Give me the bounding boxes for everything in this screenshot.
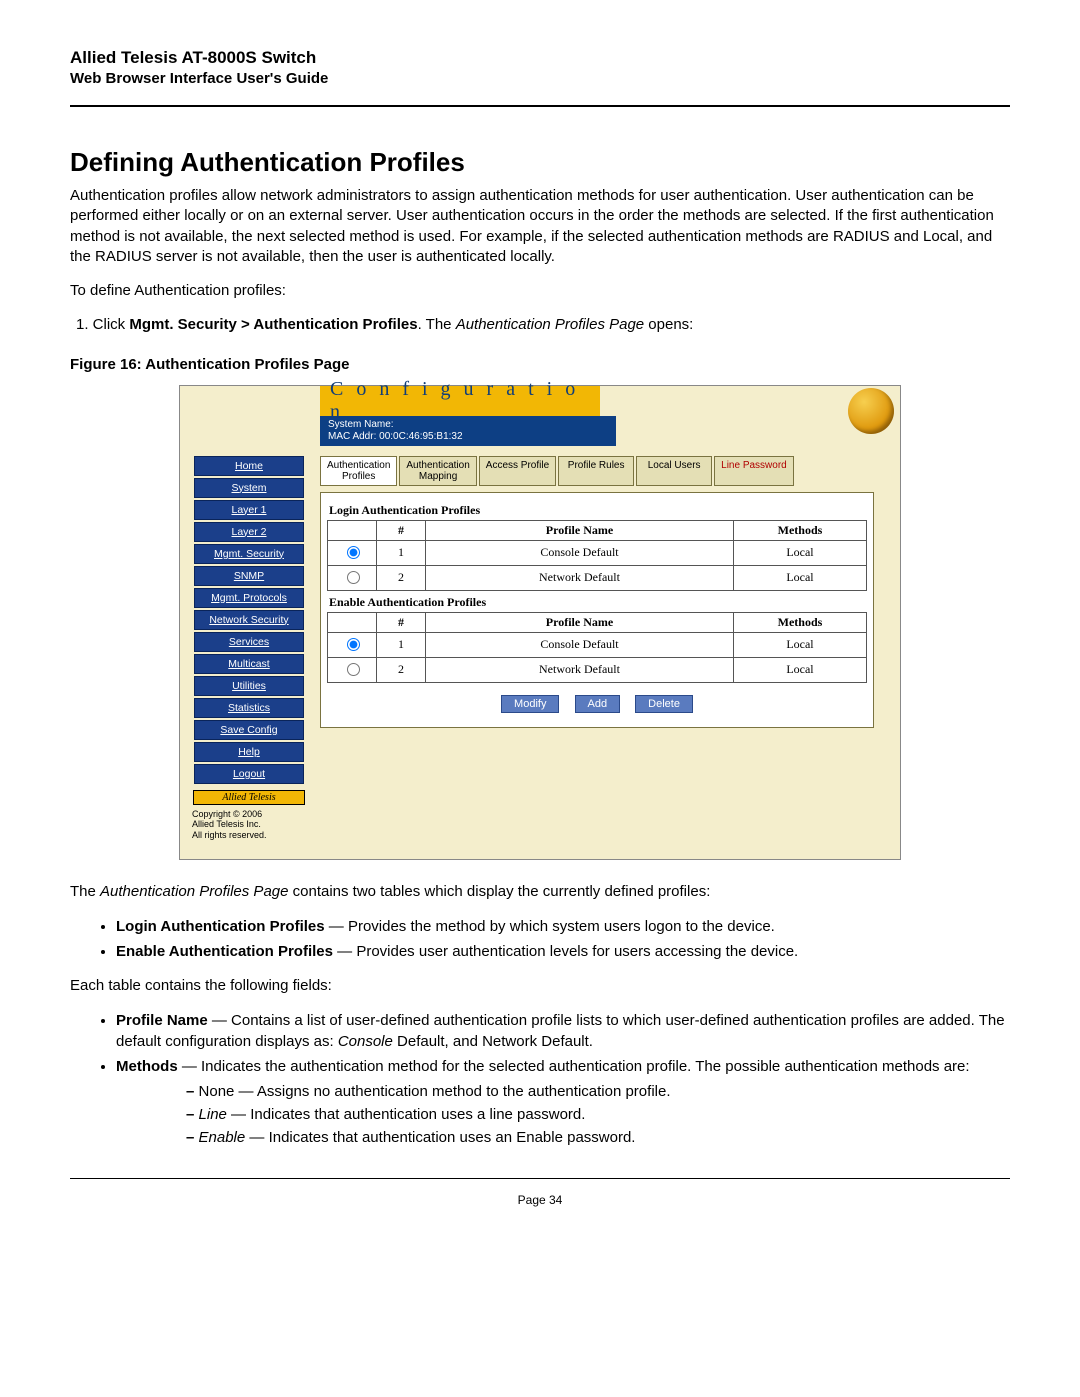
step-1-mid: . The — [418, 316, 456, 333]
row-profile-name: Network Default — [426, 657, 734, 682]
col-profile-name: Profile Name — [426, 612, 734, 632]
delete-button[interactable]: Delete — [635, 695, 693, 713]
tab-4[interactable]: Local Users — [636, 456, 712, 486]
row-profile-name: Console Default — [426, 632, 734, 657]
sidebar-item-help[interactable]: Help — [194, 742, 304, 762]
section-heading: Defining Authentication Profiles — [70, 147, 1010, 178]
table-row: 1Console DefaultLocal — [328, 540, 867, 565]
row-select-radio[interactable] — [347, 663, 360, 676]
table-row: 1Console DefaultLocal — [328, 632, 867, 657]
table-row: 2Network DefaultLocal — [328, 657, 867, 682]
row-profile-name: Console Default — [426, 540, 734, 565]
footer-rule — [70, 1178, 1010, 1179]
profiles-summary-list: Login Authentication Profiles — Provides… — [70, 916, 1010, 962]
step-1-prefix: 1. Click — [76, 316, 129, 333]
after-figure-paragraph: The Authentication Profiles Page contain… — [70, 882, 1010, 902]
tab-1[interactable]: AuthenticationMapping — [399, 456, 476, 486]
table-row: 2Network DefaultLocal — [328, 565, 867, 590]
row-number: 1 — [377, 632, 426, 657]
sidebar-item-logout[interactable]: Logout — [194, 764, 304, 784]
step-1: 1. Click Mgmt. Security > Authentication… — [70, 315, 1010, 335]
sidebar-item-statistics[interactable]: Statistics — [194, 698, 304, 718]
sidebar-item-mgmt-protocols[interactable]: Mgmt. Protocols — [194, 588, 304, 608]
login-profiles-title: Login Authentication Profiles — [329, 503, 867, 518]
brand-logo: Allied Telesis — [193, 790, 305, 805]
col-methods: Methods — [734, 612, 867, 632]
ui-screenshot: C o n f i g u r a t i o n System Name: M… — [179, 385, 901, 860]
procedure-lead: To define Authentication profiles: — [70, 281, 1010, 301]
mac-address: MAC Addr: 00:0C:46:95:B1:32 — [328, 431, 608, 443]
row-select-radio[interactable] — [347, 638, 360, 651]
row-select-radio[interactable] — [347, 571, 360, 584]
col-methods: Methods — [734, 520, 867, 540]
sidebar-item-utilities[interactable]: Utilities — [194, 676, 304, 696]
list-item: None — Assigns no authentication method … — [186, 1081, 1010, 1102]
modify-button[interactable]: Modify — [501, 695, 559, 713]
sidebar-item-save-config[interactable]: Save Config — [194, 720, 304, 740]
intro-paragraph: Authentication profiles allow network ad… — [70, 186, 1010, 267]
tab-3[interactable]: Profile Rules — [558, 456, 634, 486]
tab-2[interactable]: Access Profile — [479, 456, 556, 486]
step-1-page-name: Authentication Profiles Page — [456, 316, 644, 333]
add-button[interactable]: Add — [575, 695, 621, 713]
profiles-panel: Login Authentication Profiles # Profile … — [320, 492, 874, 728]
tab-5[interactable]: Line Password — [714, 456, 794, 486]
content-area: AuthenticationProfilesAuthenticationMapp… — [308, 456, 890, 841]
row-method: Local — [734, 657, 867, 682]
row-profile-name: Network Default — [426, 565, 734, 590]
sidebar-nav: Home System Layer 1 Layer 2 Mgmt. Securi… — [190, 456, 308, 841]
sidebar-item-network-security[interactable]: Network Security — [194, 610, 304, 630]
doc-subtitle: Web Browser Interface User's Guide — [70, 70, 1010, 87]
sidebar-item-multicast[interactable]: Multicast — [194, 654, 304, 674]
step-1-suffix: opens: — [644, 316, 693, 333]
fields-list: Profile Name — Contains a list of user-d… — [70, 1010, 1010, 1148]
figure-caption: Figure 16: Authentication Profiles Page — [70, 356, 1010, 373]
row-method: Local — [734, 540, 867, 565]
sidebar-item-home[interactable]: Home — [194, 456, 304, 476]
list-item: Enable — Indicates that authentication u… — [186, 1127, 1010, 1148]
copyright-text: Copyright © 2006Allied Telesis Inc.All r… — [192, 809, 308, 841]
tab-bar: AuthenticationProfilesAuthenticationMapp… — [320, 456, 890, 486]
doc-title: Allied Telesis AT-8000S Switch — [70, 48, 1010, 68]
sidebar-item-layer2[interactable]: Layer 2 — [194, 522, 304, 542]
row-number: 1 — [377, 540, 426, 565]
row-method: Local — [734, 632, 867, 657]
row-number: 2 — [377, 657, 426, 682]
sidebar-item-snmp[interactable]: SNMP — [194, 566, 304, 586]
col-number: # — [377, 520, 426, 540]
list-item: Profile Name — Contains a list of user-d… — [116, 1010, 1010, 1052]
configuration-banner: C o n f i g u r a t i o n — [320, 386, 600, 416]
fields-lead: Each table contains the following fields… — [70, 976, 1010, 996]
methods-sublist: None — Assigns no authentication method … — [116, 1081, 1010, 1148]
sidebar-item-services[interactable]: Services — [194, 632, 304, 652]
list-item: Enable Authentication Profiles — Provide… — [116, 941, 1010, 962]
row-select-radio[interactable] — [347, 546, 360, 559]
row-number: 2 — [377, 565, 426, 590]
page-number: Page 34 — [70, 1193, 1010, 1207]
sidebar-item-system[interactable]: System — [194, 478, 304, 498]
list-item: Login Authentication Profiles — Provides… — [116, 916, 1010, 937]
step-1-path: Mgmt. Security > Authentication Profiles — [129, 316, 417, 333]
sidebar-item-layer1[interactable]: Layer 1 — [194, 500, 304, 520]
globe-icon — [848, 388, 894, 434]
col-number: # — [377, 612, 426, 632]
sidebar-item-mgmt-security[interactable]: Mgmt. Security — [194, 544, 304, 564]
col-profile-name: Profile Name — [426, 520, 734, 540]
row-method: Local — [734, 565, 867, 590]
list-item: Line — Indicates that authentication use… — [186, 1104, 1010, 1125]
enable-profiles-table: # Profile Name Methods 1Console DefaultL… — [327, 612, 867, 683]
tab-0[interactable]: AuthenticationProfiles — [320, 456, 397, 486]
login-profiles-table: # Profile Name Methods 1Console DefaultL… — [327, 520, 867, 591]
enable-profiles-title: Enable Authentication Profiles — [329, 595, 867, 610]
list-item: Methods — Indicates the authentication m… — [116, 1056, 1010, 1148]
header-rule — [70, 105, 1010, 107]
